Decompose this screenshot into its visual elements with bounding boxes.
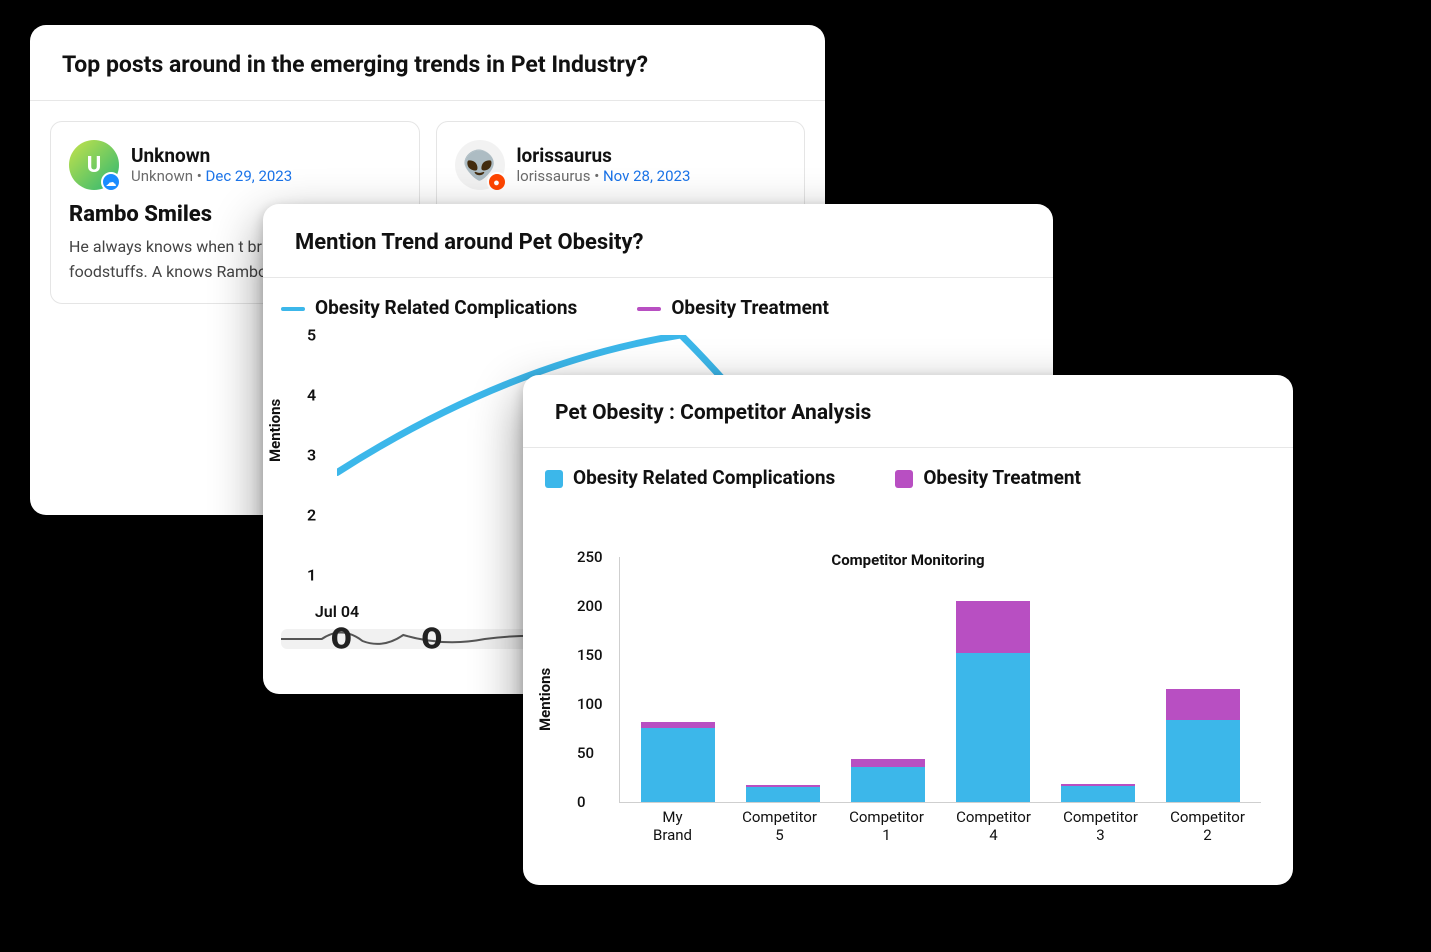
competitor-analysis-title: Pet Obesity : Competitor Analysis bbox=[523, 375, 1293, 448]
post-author-name: lorissaurus bbox=[517, 145, 691, 168]
post-author-name: Unknown bbox=[131, 145, 292, 168]
y-tick: 150 bbox=[577, 646, 603, 664]
mention-trend-title: Mention Trend around Pet Obesity? bbox=[263, 204, 1053, 278]
bar-segment-complications bbox=[641, 728, 715, 802]
avatar[interactable]: U ☁ bbox=[69, 140, 119, 190]
x-tick: Competitor2 bbox=[1154, 808, 1261, 846]
bar-column[interactable] bbox=[1045, 557, 1150, 802]
legend-item[interactable]: Obesity Related Complications bbox=[281, 296, 577, 319]
legend-item[interactable]: Obesity Treatment bbox=[895, 466, 1081, 489]
reddit-badge-icon: ● bbox=[487, 172, 507, 192]
x-tick: Competitor3 bbox=[1047, 808, 1154, 846]
cloud-badge-icon: ☁ bbox=[101, 172, 121, 192]
bar-column[interactable] bbox=[626, 557, 731, 802]
bar-column[interactable] bbox=[731, 557, 836, 802]
bar-segment-complications bbox=[956, 653, 1030, 802]
y-axis-title: Mentions bbox=[266, 399, 284, 462]
y-tick: 0 bbox=[577, 793, 586, 811]
bar-segment-complications bbox=[1166, 720, 1240, 802]
y-tick: 200 bbox=[577, 597, 603, 615]
y-tick: 100 bbox=[577, 695, 603, 713]
post-meta: Unknown • Dec 29, 2023 bbox=[131, 167, 292, 185]
legend-swatch-icon bbox=[281, 307, 305, 311]
x-tick: Competitor1 bbox=[833, 808, 940, 846]
legend-swatch-icon bbox=[637, 307, 661, 311]
bar-segment-complications bbox=[1061, 786, 1135, 802]
trend-legend: Obesity Related Complications Obesity Tr… bbox=[263, 278, 1053, 323]
top-posts-title: Top posts around in the emerging trends … bbox=[30, 25, 825, 101]
post-author-handle: Unknown bbox=[131, 167, 193, 185]
comp-legend: Obesity Related Complications Obesity Tr… bbox=[523, 448, 1293, 495]
legend-swatch-icon bbox=[545, 470, 563, 488]
avatar[interactable]: 👽 ● bbox=[455, 140, 505, 190]
bar-segment-treatment bbox=[1166, 689, 1240, 719]
legend-item[interactable]: Obesity Related Complications bbox=[545, 466, 835, 489]
y-tick: 1 bbox=[307, 566, 316, 585]
brush-handle-left[interactable]: O bbox=[331, 622, 352, 657]
post-meta: lorissaurus • Nov 28, 2023 bbox=[517, 167, 691, 185]
y-tick: 2 bbox=[307, 506, 316, 525]
bar-column[interactable] bbox=[940, 557, 1045, 802]
x-tick: Competitor5 bbox=[726, 808, 833, 846]
bar-plot-area bbox=[619, 557, 1261, 803]
x-tick: Competitor4 bbox=[940, 808, 1047, 846]
y-tick: 3 bbox=[307, 446, 316, 465]
bar-column[interactable] bbox=[1150, 557, 1255, 802]
brush-handle-right[interactable]: O bbox=[421, 622, 442, 657]
bar-segment-treatment bbox=[956, 601, 1030, 653]
post-date[interactable]: Nov 28, 2023 bbox=[603, 167, 690, 185]
y-tick: 4 bbox=[307, 386, 316, 405]
legend-item[interactable]: Obesity Treatment bbox=[637, 296, 829, 319]
bar-segment-treatment bbox=[851, 759, 925, 767]
bar-segment-complications bbox=[746, 787, 820, 802]
post-author-handle: lorissaurus bbox=[517, 167, 591, 185]
competitor-analysis-card: Pet Obesity : Competitor Analysis Obesit… bbox=[523, 375, 1293, 885]
y-tick: 50 bbox=[577, 744, 594, 762]
comp-bar-chart: Mentions 250200150100500 MyBrandCompetit… bbox=[545, 551, 1271, 851]
y-axis-title: Mentions bbox=[536, 668, 554, 731]
legend-swatch-icon bbox=[895, 470, 913, 488]
bar-column[interactable] bbox=[836, 557, 941, 802]
y-tick: 250 bbox=[577, 548, 603, 566]
bar-segment-complications bbox=[851, 767, 925, 802]
y-tick: 5 bbox=[307, 326, 316, 345]
post-date[interactable]: Dec 29, 2023 bbox=[206, 167, 293, 185]
x-tick: MyBrand bbox=[619, 808, 726, 846]
